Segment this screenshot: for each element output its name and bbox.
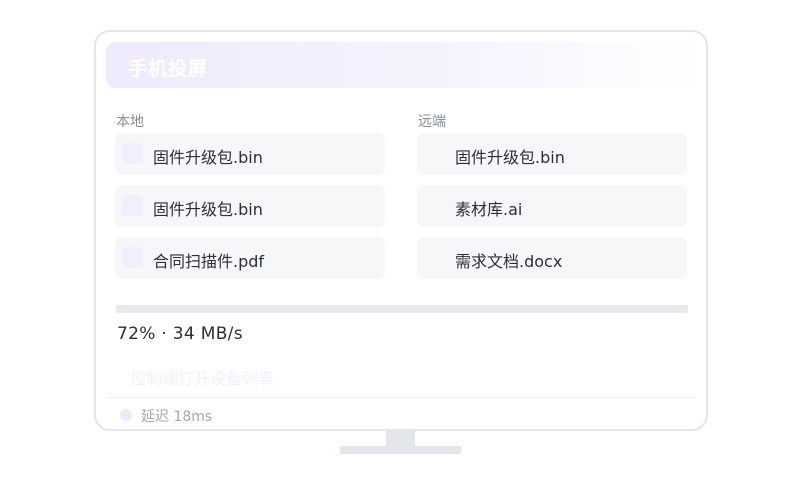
remote-file-item[interactable]: 固件升级包.bin — [417, 133, 687, 175]
local-column-label: 本地 — [116, 114, 144, 130]
monitor-stand-base — [340, 446, 461, 454]
file-name: 合同扫描件.pdf — [153, 252, 265, 271]
remote-file-item[interactable]: 需求文档.docx — [417, 237, 687, 279]
remote-file-item[interactable]: 素材库.ai — [417, 185, 687, 227]
latency-status: 延迟 18ms — [141, 409, 213, 425]
status-dot-icon — [120, 409, 132, 421]
transfer-progress-fill — [116, 305, 528, 313]
transfer-status-text: 72% · 34 MB/s — [117, 324, 243, 344]
transfer-progress-bar — [116, 305, 688, 313]
local-file-item[interactable]: 固件升级包.bin — [115, 133, 385, 175]
window-title: 手机投屏 — [128, 58, 209, 80]
remote-column-label: 远端 — [418, 114, 446, 130]
title-bar: 手机投屏 — [106, 42, 700, 88]
file-name: 素材库.ai — [455, 200, 523, 219]
local-file-item[interactable]: 固件升级包.bin — [115, 185, 385, 227]
file-name: 固件升级包.bin — [153, 200, 263, 219]
file-icon — [122, 143, 143, 164]
monitor-stand-neck — [386, 431, 415, 446]
file-icon — [122, 195, 143, 216]
file-name: 固件升级包.bin — [153, 148, 263, 167]
local-file-item[interactable]: 合同扫描件.pdf — [115, 237, 385, 279]
footer-divider — [108, 397, 696, 398]
monitor-frame: 手机投屏 本地 远端 固件升级包.bin 固件升级包.bin 合同扫描件.pdf… — [94, 30, 708, 431]
file-name: 固件升级包.bin — [455, 148, 565, 167]
file-icon — [122, 247, 143, 268]
hint-text: 控制端打开设备列表 — [130, 369, 275, 388]
file-name: 需求文档.docx — [455, 252, 563, 271]
